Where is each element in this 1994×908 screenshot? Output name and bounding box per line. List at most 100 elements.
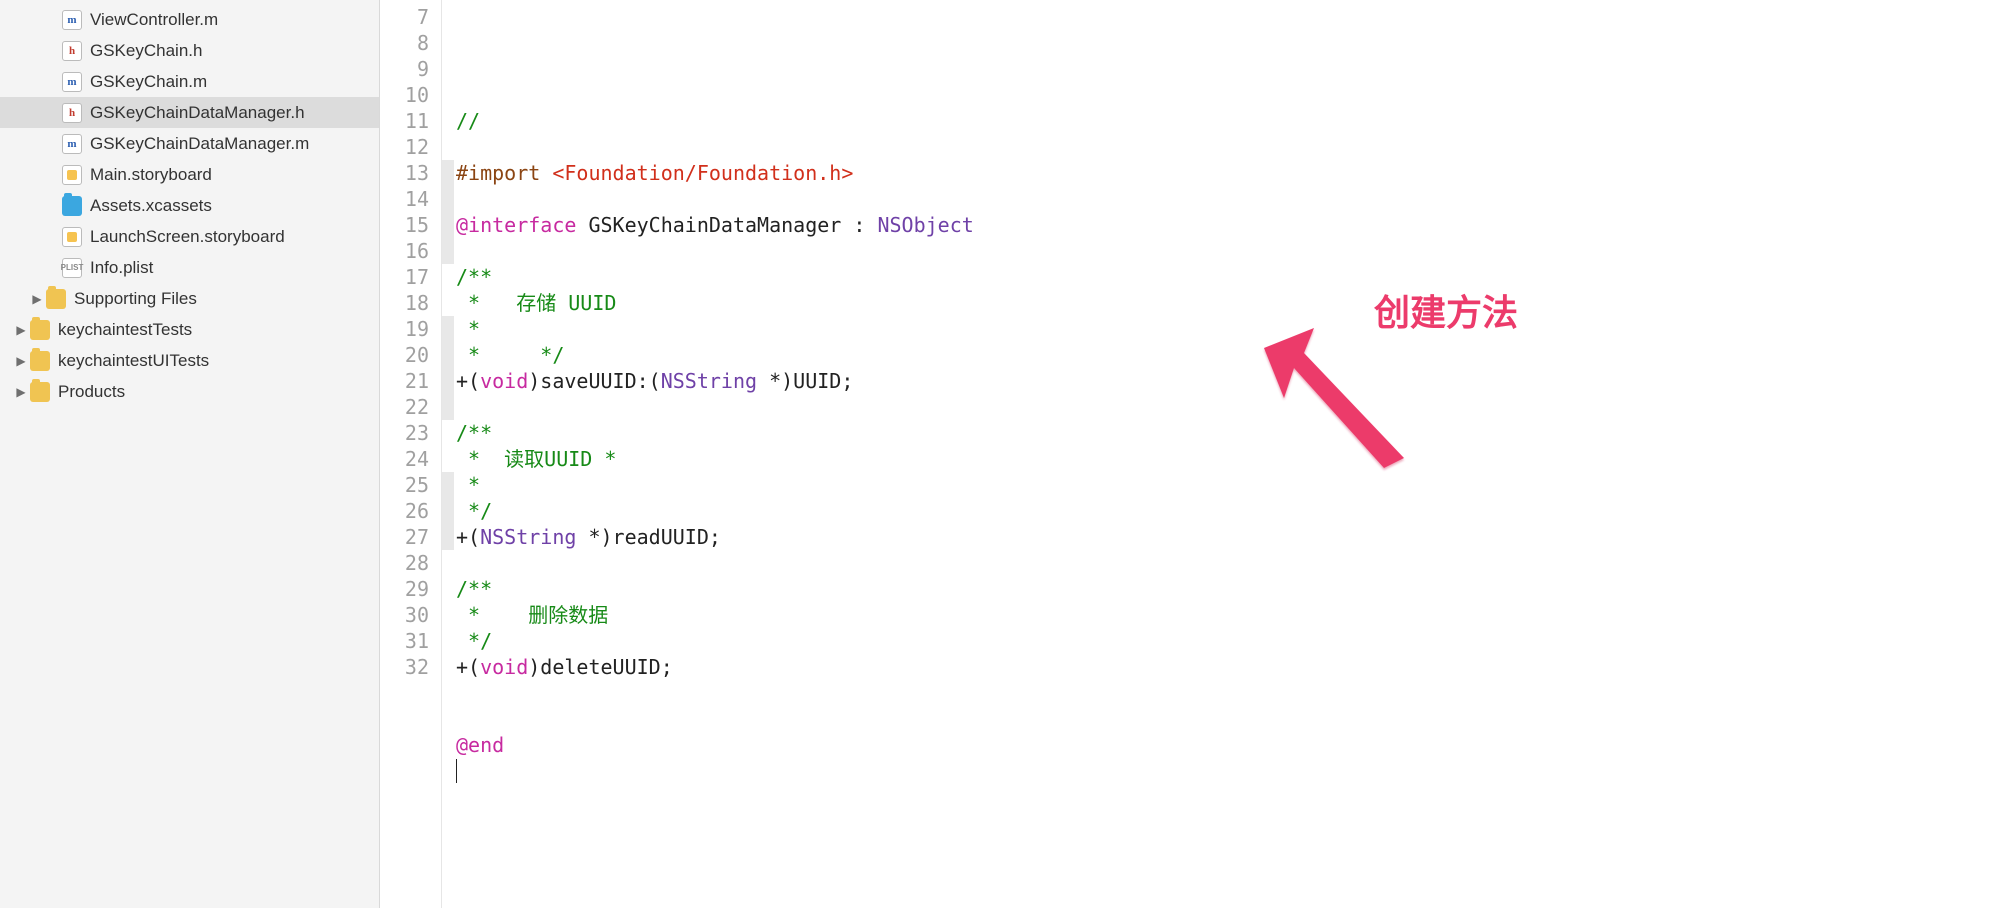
file-label: Info.plist xyxy=(90,258,153,278)
code-line[interactable] xyxy=(456,550,1994,576)
code-line[interactable]: #import <Foundation/Foundation.h> xyxy=(456,160,1994,186)
gutter-mark xyxy=(442,238,454,264)
file-row[interactable]: LaunchScreen.storyboard xyxy=(0,221,379,252)
gutter-mark xyxy=(442,654,454,680)
gutter-mark xyxy=(442,264,454,290)
code-line[interactable]: * 读取UUID * xyxy=(456,446,1994,472)
h-file-icon: h xyxy=(62,103,82,123)
line-number: 24 xyxy=(380,446,441,472)
gutter-mark xyxy=(442,186,454,212)
code-area[interactable]: 创建方法 //#import <Foundation/Foundation.h>… xyxy=(454,0,1994,908)
line-number: 10 xyxy=(380,82,441,108)
code-line[interactable] xyxy=(456,394,1994,420)
code-line[interactable] xyxy=(456,238,1994,264)
line-number: 15 xyxy=(380,212,441,238)
code-line[interactable] xyxy=(456,706,1994,732)
gutter-mark xyxy=(442,160,454,186)
gutter-mark xyxy=(442,446,454,472)
file-label: keychaintestUITests xyxy=(58,351,209,371)
line-number: 16 xyxy=(380,238,441,264)
file-row[interactable]: h GSKeyChain.h xyxy=(0,35,379,66)
line-number: 31 xyxy=(380,628,441,654)
gutter-mark xyxy=(442,4,454,30)
code-editor[interactable]: 7891011121314151617181920212223242526272… xyxy=(380,0,1994,908)
m-file-icon: m xyxy=(62,10,82,30)
plist-file-icon: PLIST xyxy=(62,258,82,278)
file-label: GSKeyChain.h xyxy=(90,41,202,61)
line-number: 7 xyxy=(380,4,441,30)
code-line[interactable]: +(void)deleteUUID; xyxy=(456,654,1994,680)
file-label: GSKeyChainDataManager.m xyxy=(90,134,309,154)
code-line[interactable]: // xyxy=(456,108,1994,134)
code-line[interactable]: /** xyxy=(456,264,1994,290)
file-row[interactable]: mGSKeyChain.m xyxy=(0,66,379,97)
assets-file-icon xyxy=(62,196,82,216)
code-line[interactable] xyxy=(456,186,1994,212)
line-number: 8 xyxy=(380,30,441,56)
code-line[interactable]: /** xyxy=(456,576,1994,602)
disclosure-triangle-icon[interactable]: ▶ xyxy=(30,292,44,306)
gutter-mark xyxy=(442,212,454,238)
file-label: Products xyxy=(58,382,125,402)
line-number: 23 xyxy=(380,420,441,446)
gutter-mark xyxy=(442,394,454,420)
folder-file-icon xyxy=(30,320,50,340)
code-line[interactable]: * xyxy=(456,472,1994,498)
line-number: 12 xyxy=(380,134,441,160)
file-row[interactable]: ▶Supporting Files xyxy=(0,283,379,314)
gutter-mark xyxy=(442,56,454,82)
gutter-mark xyxy=(442,290,454,316)
code-line[interactable]: */ xyxy=(456,498,1994,524)
file-navigator[interactable]: mViewController.mhGSKeyChain.hmGSKeyChai… xyxy=(0,0,380,908)
gutter-mark xyxy=(442,420,454,446)
file-row[interactable]: mViewController.m xyxy=(0,4,379,35)
file-row[interactable]: Main.storyboard xyxy=(0,159,379,190)
file-row[interactable]: h GSKeyChainDataManager.h xyxy=(0,97,379,128)
gutter-mark xyxy=(442,550,454,576)
code-line[interactable] xyxy=(456,134,1994,160)
gutter-marks xyxy=(442,0,454,908)
code-line[interactable]: */ xyxy=(456,628,1994,654)
file-row[interactable]: Assets.xcassets xyxy=(0,190,379,221)
gutter-mark xyxy=(442,524,454,550)
line-number: 21 xyxy=(380,368,441,394)
gutter-mark xyxy=(442,316,454,342)
disclosure-triangle-icon[interactable]: ▶ xyxy=(14,354,28,368)
code-line[interactable]: @interface GSKeyChainDataManager : NSObj… xyxy=(456,212,1994,238)
code-line[interactable]: @end xyxy=(456,732,1994,758)
line-number: 32 xyxy=(380,654,441,680)
code-line[interactable] xyxy=(456,680,1994,706)
line-number-gutter: 7891011121314151617181920212223242526272… xyxy=(380,0,442,908)
disclosure-triangle-icon[interactable]: ▶ xyxy=(14,385,28,399)
file-row[interactable]: ▶ keychaintestUITests xyxy=(0,345,379,376)
line-number: 26 xyxy=(380,498,441,524)
code-line[interactable]: * xyxy=(456,316,1994,342)
file-label: GSKeyChainDataManager.h xyxy=(90,103,305,123)
gutter-mark xyxy=(442,498,454,524)
file-row[interactable]: ▶ keychaintestTests xyxy=(0,314,379,345)
gutter-mark xyxy=(442,472,454,498)
line-number: 14 xyxy=(380,186,441,212)
disclosure-triangle-icon[interactable]: ▶ xyxy=(14,323,28,337)
code-line[interactable] xyxy=(456,758,1994,784)
folder-file-icon xyxy=(30,382,50,402)
file-label: Assets.xcassets xyxy=(90,196,212,216)
code-line[interactable]: +(NSString *)readUUID; xyxy=(456,524,1994,550)
code-line[interactable]: * */ xyxy=(456,342,1994,368)
file-label: keychaintestTests xyxy=(58,320,192,340)
line-number: 27 xyxy=(380,524,441,550)
file-row[interactable]: ▶ Products xyxy=(0,376,379,407)
h-file-icon: h xyxy=(62,41,82,61)
gutter-mark xyxy=(442,368,454,394)
file-row[interactable]: PLIST Info.plist xyxy=(0,252,379,283)
code-line[interactable]: * 删除数据 xyxy=(456,602,1994,628)
code-line[interactable]: +(void)saveUUID:(NSString *)UUID; xyxy=(456,368,1994,394)
file-label: GSKeyChain.m xyxy=(90,72,207,92)
file-row[interactable]: m GSKeyChainDataManager.m xyxy=(0,128,379,159)
line-number: 11 xyxy=(380,108,441,134)
line-number: 28 xyxy=(380,550,441,576)
code-line[interactable]: /** xyxy=(456,420,1994,446)
code-line[interactable]: * 存储 UUID xyxy=(456,290,1994,316)
m-file-icon: m xyxy=(62,134,82,154)
folder-file-icon xyxy=(30,351,50,371)
